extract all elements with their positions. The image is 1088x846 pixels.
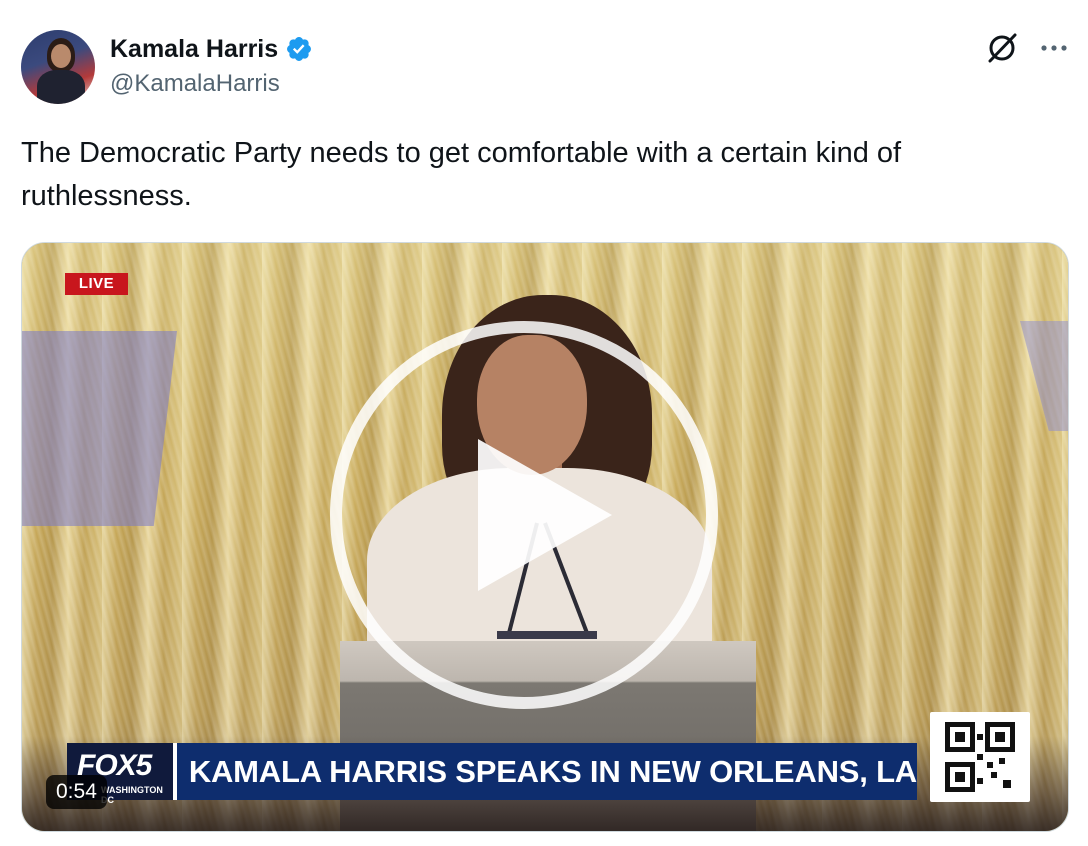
more-icon[interactable] [1040, 44, 1068, 52]
tweet-card: Kamala Harris @KamalaHarris The Democrat… [0, 0, 1088, 846]
live-badge: LIVE [65, 273, 128, 295]
author-handle[interactable]: @KamalaHarris [110, 70, 280, 98]
author-display-name[interactable]: Kamala Harris [110, 35, 278, 64]
news-headline: KAMALA HARRIS SPEAKS IN NEW ORLEANS, LA [172, 743, 917, 800]
video-screen-left [22, 331, 177, 526]
video-duration: 0:54 [46, 775, 107, 809]
qr-code [930, 712, 1030, 802]
video-player[interactable]: LIVE FOX5 WASHINGTON DC KAMALA HARRIS SP… [21, 242, 1069, 832]
news-lower-third: FOX5 WASHINGTON DC KAMALA HARRIS SPEAKS … [67, 743, 917, 805]
tweet-text: The Democratic Party needs to get comfor… [21, 137, 902, 212]
author-name-row: Kamala Harris [110, 32, 313, 66]
verified-badge-icon[interactable] [285, 35, 313, 63]
grok-icon[interactable] [985, 31, 1019, 65]
avatar[interactable] [21, 30, 95, 104]
play-icon[interactable] [328, 319, 720, 711]
